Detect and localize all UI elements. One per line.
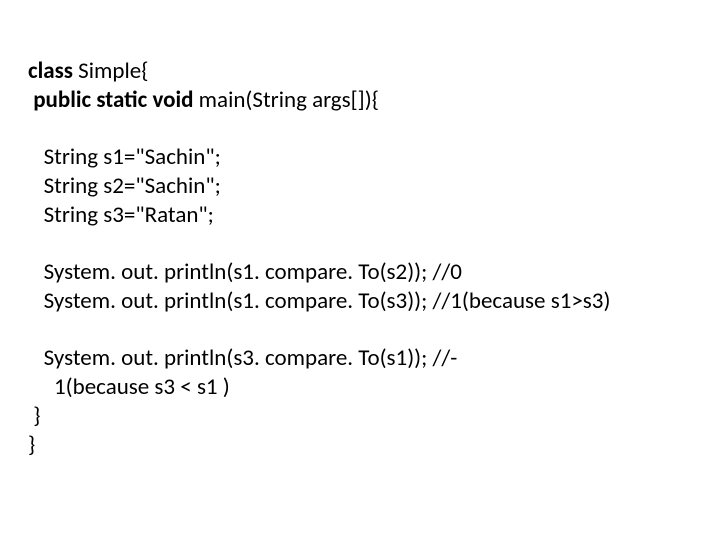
- code-line-10: }: [28, 431, 46, 459]
- code-line-3: String s1="Sachin";: [28, 143, 231, 171]
- keyword-public-static-void: public static void: [28, 86, 193, 114]
- code-line-7: System. out. println(s1. compare. To(s3)…: [28, 287, 621, 315]
- code-line-6: System. out. println(s1. compare. To(s2)…: [28, 258, 472, 286]
- code-line-1: class Simple{: [28, 57, 159, 85]
- code-line-8b: 1(because s3 < s1 ): [28, 373, 240, 401]
- code-line-8a: System. out. println(s3. compare. To(s1)…: [28, 344, 457, 372]
- code-text: main(String args[]){: [193, 86, 389, 114]
- code-line-4: String s2="Sachin";: [28, 172, 231, 200]
- blank-line: [28, 229, 38, 257]
- code-line-9: }: [28, 402, 51, 430]
- blank-line: [28, 114, 38, 142]
- code-line-2: public static void main(String args[]){: [28, 86, 389, 114]
- code-text: Simple{: [73, 57, 159, 85]
- code-slide: class Simple{ public static void main(St…: [0, 0, 720, 479]
- code-line-5: String s3="Ratan";: [28, 201, 224, 229]
- keyword-class: class: [28, 57, 73, 85]
